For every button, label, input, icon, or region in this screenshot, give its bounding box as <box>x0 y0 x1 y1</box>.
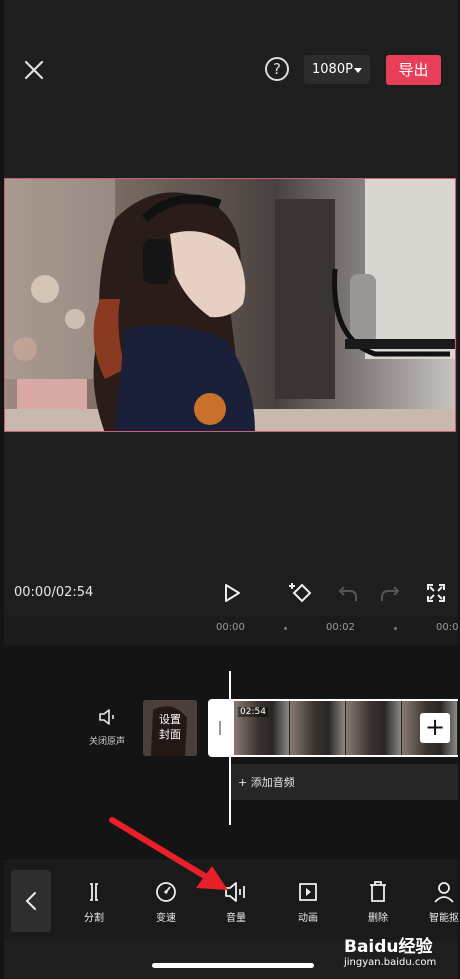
home-indicator[interactable] <box>152 963 314 968</box>
cover-label-line1: 设置 <box>159 713 181 726</box>
delete-label: 删除 <box>368 913 388 924</box>
top-bar: ? 1080P 导出 <box>4 0 458 120</box>
video-preview[interactable] <box>4 178 456 432</box>
ruler-tick-label: 00:0 <box>436 622 459 633</box>
play-icon[interactable] <box>218 579 246 607</box>
set-cover-button[interactable]: 设置 封面 <box>143 700 197 756</box>
export-button[interactable]: 导出 <box>386 55 441 85</box>
redo-icon[interactable] <box>376 579 404 607</box>
playback-time: 00:00/02:54 <box>14 585 94 600</box>
video-frame-image <box>5 179 455 431</box>
chevron-left-icon <box>25 892 36 910</box>
help-icon[interactable]: ? <box>265 57 289 81</box>
add-audio-track[interactable]: + 添加音频 <box>230 764 458 800</box>
clip-thumbnail <box>290 701 346 755</box>
mute-original-label: 关闭原声 <box>88 737 125 747</box>
mute-original-button[interactable]: 关闭原声 <box>82 707 132 747</box>
ruler-dot <box>394 627 397 630</box>
undo-icon[interactable] <box>334 579 362 607</box>
speed-label: 变速 <box>156 913 176 924</box>
speaker-icon <box>99 709 114 725</box>
watermark-logo: Baidu经验 <box>344 937 433 957</box>
smart-cutout-label: 智能抠 <box>429 913 459 924</box>
cover-label-line2: 封面 <box>159 728 181 741</box>
baidu-watermark: Baidu经验 jingyan.baidu.com <box>344 932 460 974</box>
resolution-dropdown[interactable]: 1080P <box>304 55 370 84</box>
ruler-tick-label: 00:02 <box>326 622 355 633</box>
split-icon <box>90 883 98 901</box>
fullscreen-icon[interactable] <box>422 579 450 607</box>
annotation-arrow <box>109 817 228 890</box>
smart-cutout-button[interactable]: 智能抠 <box>416 880 460 924</box>
add-audio-label: + 添加音频 <box>238 776 295 789</box>
ruler-tick-label: 00:00 <box>216 622 245 633</box>
add-clip-button[interactable]: + <box>420 713 450 743</box>
animation-button[interactable]: 动画 <box>280 880 336 924</box>
video-clip[interactable]: 02:54 + <box>208 699 458 757</box>
playhead[interactable] <box>229 671 231 825</box>
back-button[interactable] <box>11 870 51 932</box>
resolution-value: 1080P <box>312 62 353 77</box>
volume-label: 音量 <box>226 913 246 924</box>
delete-icon <box>370 881 386 902</box>
clip-duration: 02:54 <box>238 707 268 717</box>
close-icon[interactable] <box>20 56 48 84</box>
ruler-dot <box>284 627 287 630</box>
keyframe-icon[interactable] <box>288 579 316 607</box>
editor-screen: ? 1080P 导出 00:00/02:54 00:00 00:02 00:0 … <box>4 0 460 979</box>
playback-controls: 00:00/02:54 <box>4 575 458 611</box>
split-label: 分割 <box>84 913 104 924</box>
time-ruler[interactable]: 00:00 00:02 00:0 <box>4 615 458 645</box>
watermark-url: jingyan.baidu.com <box>344 957 437 968</box>
clip-thumbnail <box>346 701 402 755</box>
animation-label: 动画 <box>298 913 318 924</box>
delete-button[interactable]: 删除 <box>350 880 406 924</box>
animation-icon <box>299 883 317 901</box>
smart-cutout-icon <box>434 882 454 903</box>
caret-down-icon <box>354 68 362 73</box>
